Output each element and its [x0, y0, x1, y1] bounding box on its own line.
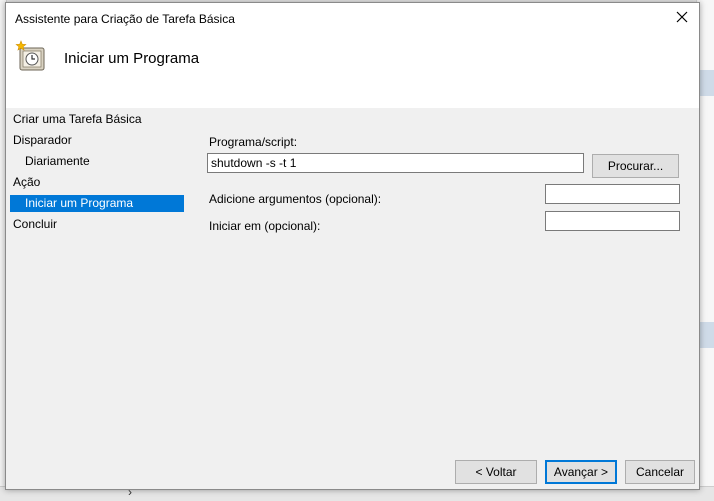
step-label: Ação — [13, 175, 41, 189]
wizard-step-start-program: Iniciar um Programa — [10, 195, 184, 212]
step-label: Concluir — [13, 217, 58, 231]
cancel-button[interactable]: Cancelar — [625, 460, 695, 484]
wizard-step-trigger: Disparador — [13, 132, 183, 149]
dialog-title: Assistente para Criação de Tarefa Básica — [15, 12, 235, 26]
scheduled-task-clock-icon — [15, 40, 47, 72]
wizard-step-title: Iniciar um Programa — [64, 50, 200, 67]
wizard-header: Iniciar um Programa — [6, 33, 699, 108]
step-label: Criar uma Tarefa Básica — [13, 112, 142, 126]
wizard-step-create-task: Criar uma Tarefa Básica — [13, 111, 183, 128]
program-script-input[interactable]: shutdown -s -t 1 — [207, 153, 584, 173]
wizard-step-finish: Concluir — [13, 216, 183, 233]
step-label: Disparador — [13, 133, 72, 147]
program-script-label: Programa/script: — [209, 135, 298, 149]
arguments-label: Adicione argumentos (opcional): — [209, 192, 382, 206]
back-button[interactable]: < Voltar — [455, 460, 537, 484]
basic-task-wizard-dialog: Assistente para Criação de Tarefa Básica… — [5, 2, 700, 490]
close-button[interactable] — [671, 8, 693, 28]
start-in-input[interactable] — [545, 211, 680, 231]
close-icon — [676, 11, 688, 23]
step-label: Iniciar um Programa — [25, 196, 134, 210]
next-button[interactable]: Avançar > — [545, 460, 617, 484]
step-label: Diariamente — [25, 154, 90, 168]
start-in-label: Iniciar em (opcional): — [209, 219, 321, 233]
wizard-steps-list: Criar uma Tarefa Básica Disparador Diari… — [6, 108, 186, 408]
title-bar: Assistente para Criação de Tarefa Básica — [6, 3, 699, 33]
arguments-input[interactable] — [545, 184, 680, 204]
wizard-step-daily: Diariamente — [25, 153, 183, 170]
wizard-step-action: Ação — [13, 174, 183, 191]
browse-button[interactable]: Procurar... — [592, 154, 679, 178]
